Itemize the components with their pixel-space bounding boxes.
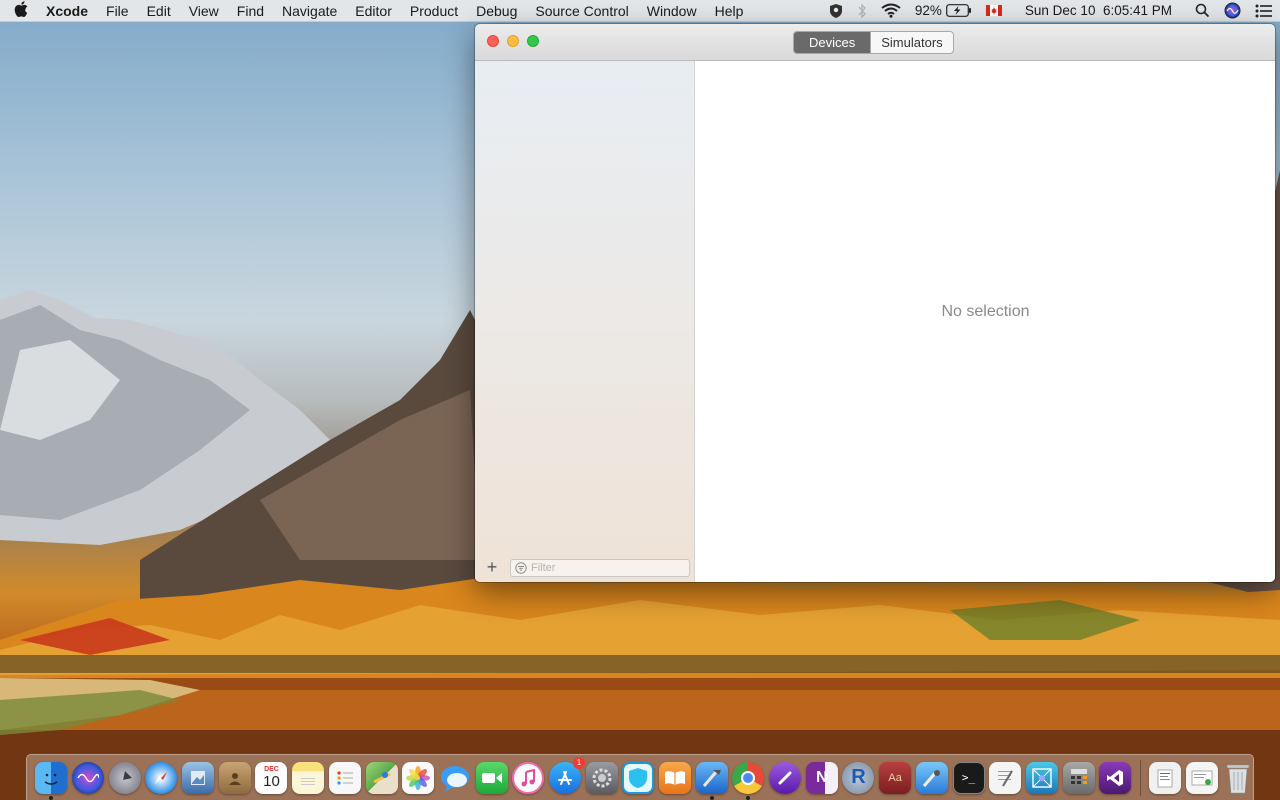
menu-editor[interactable]: Editor (346, 0, 401, 22)
calendar-icon[interactable]: DEC 10 (255, 761, 288, 794)
menu-debug[interactable]: Debug (467, 0, 526, 22)
launchpad-icon[interactable] (108, 761, 141, 794)
clock-datetime[interactable]: Sun Dec 10 6:05:41 PM (1025, 3, 1172, 18)
reminders-icon[interactable] (328, 761, 361, 794)
menu-navigate[interactable]: Navigate (273, 0, 346, 22)
mail-draft-icon[interactable] (1185, 761, 1218, 794)
photos-icon[interactable] (402, 761, 435, 794)
window-close-button[interactable] (487, 35, 499, 47)
visual-studio-icon[interactable] (1099, 761, 1132, 794)
battery-charging-icon[interactable] (946, 4, 972, 17)
menu-find[interactable]: Find (228, 0, 273, 22)
device-list-sidebar: + (475, 61, 695, 582)
xcode-icon[interactable] (695, 761, 728, 800)
notification-center-icon[interactable] (1255, 4, 1273, 18)
menu-view[interactable]: View (180, 0, 228, 22)
devices-simulators-segmented-control: Devices Simulators (793, 31, 954, 54)
terminal-icon[interactable]: >_ (952, 761, 985, 794)
menu-product[interactable]: Product (401, 0, 467, 22)
no-selection-label: No selection (941, 303, 1030, 320)
network-utility-icon[interactable] (1025, 761, 1058, 794)
menu-edit[interactable]: Edit (138, 0, 180, 22)
messages-icon[interactable] (439, 762, 471, 794)
r-language-icon[interactable]: R (842, 761, 875, 794)
ibooks-icon[interactable] (659, 761, 692, 794)
preview-icon[interactable] (182, 761, 215, 794)
dock-divider (1139, 759, 1141, 796)
status-area: 92% Sun Dec 10 6:05:41 PM (822, 0, 1280, 22)
tab-devices[interactable]: Devices (794, 32, 871, 53)
chrome-icon[interactable] (732, 761, 765, 800)
instruments-icon[interactable] (915, 761, 948, 794)
filter-icon (515, 562, 527, 574)
device-detail-pane: No selection (696, 61, 1275, 582)
trash-icon[interactable] (1222, 762, 1254, 794)
r-letter: R (851, 766, 866, 788)
canada-flag-icon[interactable] (985, 5, 1002, 16)
spotlight-search-icon[interactable] (1195, 3, 1210, 18)
shield-icon[interactable] (829, 3, 843, 19)
add-device-button[interactable]: + (475, 552, 509, 582)
app-store-badge: 1 (572, 756, 585, 769)
dictionary-letters: Aa (888, 771, 902, 784)
textedit-icon[interactable] (989, 761, 1022, 794)
menu-bar: Xcode File Edit View Find Navigate Edito… (0, 0, 1280, 22)
system-preferences-icon[interactable] (585, 761, 618, 794)
running-indicator (746, 795, 751, 800)
dictionary-icon[interactable]: Aa (879, 761, 912, 794)
calculator-icon[interactable] (1062, 761, 1095, 794)
dock: DEC 10 1 N R Aa >_ (26, 754, 1254, 800)
facetime-icon[interactable] (475, 761, 508, 794)
notes-icon[interactable] (292, 761, 325, 794)
devices-window: Devices Simulators + No selection (475, 24, 1275, 582)
contacts-icon[interactable] (218, 761, 251, 794)
shield-app-icon[interactable] (622, 761, 655, 794)
finder-icon[interactable] (35, 761, 68, 800)
apple-logo-icon[interactable] (0, 0, 42, 21)
safari-icon[interactable] (145, 761, 178, 794)
window-zoom-button[interactable] (527, 35, 539, 47)
menu-file[interactable]: File (97, 0, 138, 22)
menu-help[interactable]: Help (706, 0, 753, 22)
chrome-center (741, 770, 756, 785)
window-titlebar[interactable]: Devices Simulators (475, 24, 1275, 61)
battery-percent[interactable]: 92% (915, 3, 942, 18)
sidebar-footer: + (475, 552, 695, 582)
script-editor-icon[interactable] (1148, 761, 1181, 794)
app-store-icon[interactable]: 1 (548, 756, 585, 794)
usb-tool-icon[interactable] (769, 761, 802, 794)
onenote-icon[interactable]: N (805, 761, 838, 794)
filter-field[interactable] (510, 559, 690, 577)
terminal-prompt: >_ (961, 771, 976, 784)
calendar-date: 10 (263, 772, 280, 790)
bluetooth-icon[interactable] (857, 2, 867, 19)
siri-icon[interactable] (72, 761, 105, 794)
maps-icon[interactable] (365, 761, 398, 794)
filter-input[interactable] (531, 562, 681, 574)
wifi-icon[interactable] (881, 3, 901, 18)
menu-window[interactable]: Window (638, 0, 706, 22)
tab-simulators[interactable]: Simulators (870, 32, 952, 53)
running-indicator (49, 795, 54, 800)
itunes-icon[interactable] (512, 761, 545, 794)
window-minimize-button[interactable] (507, 35, 519, 47)
onenote-letter: N (816, 768, 828, 786)
siri-icon[interactable] (1224, 2, 1241, 19)
menu-source-control[interactable]: Source Control (526, 0, 637, 22)
running-indicator (709, 795, 714, 800)
menu-app-name[interactable]: Xcode (42, 0, 97, 22)
